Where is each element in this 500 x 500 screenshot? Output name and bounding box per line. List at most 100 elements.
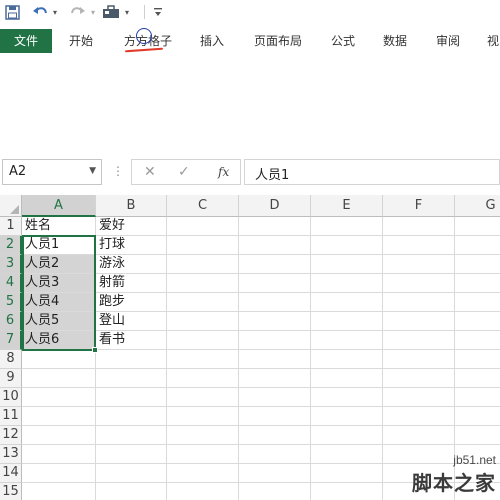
empty-cell[interactable]	[22, 464, 96, 483]
row-header-1[interactable]: 1	[0, 217, 22, 236]
tab-review[interactable]: 审阅	[436, 29, 460, 53]
empty-cell[interactable]	[455, 483, 500, 500]
tab-insert[interactable]: 插入	[200, 29, 224, 53]
row-header-7[interactable]: 7	[0, 331, 22, 350]
cell-b2[interactable]: 打球	[96, 236, 167, 255]
row-header-13[interactable]: 13	[0, 445, 22, 464]
column-header-g[interactable]: G	[455, 195, 500, 217]
empty-cell[interactable]	[455, 312, 500, 331]
cell-b3[interactable]: 游泳	[96, 255, 167, 274]
empty-cell[interactable]	[239, 350, 311, 369]
undo-dropdown-icon[interactable]: ▾	[51, 2, 59, 22]
formula-bar-resize-handle[interactable]: ⋮	[112, 164, 124, 178]
empty-cell[interactable]	[311, 407, 383, 426]
column-header-e[interactable]: E	[311, 195, 383, 217]
empty-cell[interactable]	[239, 236, 311, 255]
empty-cell[interactable]	[22, 407, 96, 426]
name-box[interactable]: A2 ▼	[2, 159, 102, 185]
column-header-a[interactable]: A	[22, 195, 96, 217]
empty-cell[interactable]	[96, 426, 167, 445]
save-icon[interactable]	[4, 2, 20, 22]
empty-cell[interactable]	[239, 388, 311, 407]
empty-cell[interactable]	[96, 369, 167, 388]
row-header-10[interactable]: 10	[0, 388, 22, 407]
cell-b1[interactable]: 爱好	[96, 217, 167, 236]
empty-cell[interactable]	[167, 369, 239, 388]
row-header-2[interactable]: 2	[0, 236, 22, 255]
tab-file[interactable]: 文件	[0, 29, 52, 53]
empty-cell[interactable]	[383, 483, 455, 500]
empty-cell[interactable]	[167, 312, 239, 331]
empty-cell[interactable]	[455, 464, 500, 483]
empty-cell[interactable]	[239, 331, 311, 350]
empty-cell[interactable]	[167, 407, 239, 426]
empty-cell[interactable]	[383, 350, 455, 369]
empty-cell[interactable]	[383, 369, 455, 388]
empty-cell[interactable]	[239, 312, 311, 331]
insert-function-button[interactable]: fx	[218, 165, 229, 179]
empty-cell[interactable]	[167, 426, 239, 445]
empty-cell[interactable]	[239, 407, 311, 426]
tab-page-layout[interactable]: 页面布局	[254, 29, 302, 53]
empty-cell[interactable]	[96, 388, 167, 407]
cell-a4[interactable]: 人员3	[22, 274, 96, 293]
toolbox-dropdown-icon[interactable]: ▾	[123, 2, 131, 22]
empty-cell[interactable]	[311, 255, 383, 274]
customize-toolbar-icon[interactable]	[152, 2, 164, 22]
empty-cell[interactable]	[167, 217, 239, 236]
cell-a1[interactable]: 姓名	[22, 217, 96, 236]
empty-cell[interactable]	[239, 464, 311, 483]
column-header-d[interactable]: D	[239, 195, 311, 217]
empty-cell[interactable]	[239, 483, 311, 500]
cancel-icon[interactable]: ✕	[144, 164, 156, 180]
empty-cell[interactable]	[311, 293, 383, 312]
empty-cell[interactable]	[455, 407, 500, 426]
cell-a3[interactable]: 人员2	[22, 255, 96, 274]
enter-icon[interactable]: ✓	[178, 164, 190, 180]
empty-cell[interactable]	[96, 350, 167, 369]
empty-cell[interactable]	[167, 464, 239, 483]
empty-cell[interactable]	[311, 483, 383, 500]
empty-cell[interactable]	[311, 369, 383, 388]
empty-cell[interactable]	[167, 293, 239, 312]
column-header-f[interactable]: F	[383, 195, 455, 217]
toolbox-icon[interactable]	[100, 2, 122, 22]
empty-cell[interactable]	[167, 331, 239, 350]
row-header-15[interactable]: 15	[0, 483, 22, 500]
empty-cell[interactable]	[455, 331, 500, 350]
empty-cell[interactable]	[22, 369, 96, 388]
column-header-c[interactable]: C	[167, 195, 239, 217]
empty-cell[interactable]	[167, 255, 239, 274]
empty-cell[interactable]	[311, 217, 383, 236]
empty-cell[interactable]	[96, 464, 167, 483]
cell-a7[interactable]: 人员6	[22, 331, 96, 350]
empty-cell[interactable]	[455, 236, 500, 255]
empty-cell[interactable]	[96, 445, 167, 464]
tab-view[interactable]: 视	[487, 29, 499, 53]
empty-cell[interactable]	[383, 293, 455, 312]
tab-home[interactable]: 开始	[69, 29, 93, 53]
empty-cell[interactable]	[22, 445, 96, 464]
cell-b5[interactable]: 跑步	[96, 293, 167, 312]
empty-cell[interactable]	[383, 312, 455, 331]
empty-cell[interactable]	[383, 388, 455, 407]
empty-cell[interactable]	[239, 217, 311, 236]
empty-cell[interactable]	[311, 388, 383, 407]
row-header-14[interactable]: 14	[0, 464, 22, 483]
row-header-11[interactable]: 11	[0, 407, 22, 426]
cell-a5[interactable]: 人员4	[22, 293, 96, 312]
empty-cell[interactable]	[311, 312, 383, 331]
empty-cell[interactable]	[239, 293, 311, 312]
tab-data[interactable]: 数据	[383, 29, 407, 53]
row-header-8[interactable]: 8	[0, 350, 22, 369]
empty-cell[interactable]	[311, 464, 383, 483]
empty-cell[interactable]	[455, 445, 500, 464]
empty-cell[interactable]	[167, 388, 239, 407]
empty-cell[interactable]	[383, 236, 455, 255]
empty-cell[interactable]	[167, 483, 239, 500]
redo-icon[interactable]	[68, 2, 88, 22]
empty-cell[interactable]	[383, 445, 455, 464]
empty-cell[interactable]	[167, 274, 239, 293]
empty-cell[interactable]	[96, 483, 167, 500]
empty-cell[interactable]	[455, 274, 500, 293]
